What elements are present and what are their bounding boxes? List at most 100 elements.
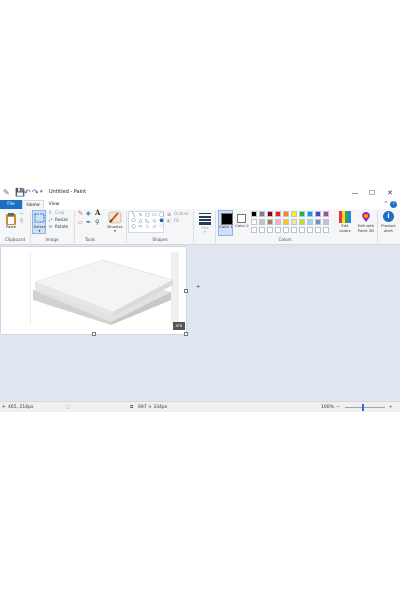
brushes-button[interactable]: Brushes ▾ [106,210,124,236]
color-picker-icon[interactable]: ✒ [86,220,91,226]
hexagon-shape-icon[interactable]: ⬡ [130,225,137,230]
palette-color-swatch[interactable] [315,211,321,217]
pencil-icon[interactable]: ✎ [78,211,83,217]
fill-label[interactable]: Fill [174,218,179,223]
redo-icon[interactable]: ↷ [32,188,39,197]
cut-icon[interactable]: ✂ [20,211,23,216]
color1-button[interactable]: Color 1 [218,210,233,236]
selection-size-icon: ⬚ [66,405,71,410]
edit-with-paint3d-button[interactable]: Edit with Paint 3D [356,210,376,236]
palette-color-swatch[interactable] [315,219,321,225]
palette-color-swatch[interactable] [307,211,313,217]
arrow-shape-icon[interactable]: ⇨ [137,225,144,230]
rotate-label[interactable]: Rotate [55,224,68,229]
palette-color-swatch[interactable] [283,211,289,217]
palette-color-swatch[interactable] [323,227,329,233]
palette-color-swatch[interactable] [251,219,257,225]
edit-colors-button[interactable]: Edit colors [337,210,353,236]
help-icon[interactable]: ? [390,201,397,208]
image-size-text: 697 × 334px [138,405,168,410]
heart-shape-icon[interactable]: ♡ [158,225,165,230]
tab-home[interactable]: Home [22,200,44,209]
palette-color-swatch[interactable] [299,211,305,217]
rotate-icon[interactable]: ⟳ [49,224,52,229]
shapes-gallery[interactable]: ╲ ∿ ○ ▭ ▢ ⬠ △ ◺ ◇ ⬟ ⬡ ⇨ ☆ ▱ ♡ [128,211,164,233]
palette-color-swatch[interactable] [315,227,321,233]
zoom-in-button[interactable]: + [389,404,393,411]
size-line [199,219,211,221]
separator [215,211,216,243]
palette-color-swatch[interactable] [291,227,297,233]
cursor-position-icon: ✛ [2,405,6,410]
palette-color-swatch[interactable] [251,211,257,217]
paste-button[interactable]: Paste [4,211,18,231]
crop-icon[interactable]: ⌗ [49,210,51,215]
outline-label[interactable]: Outline [174,211,188,216]
colors-group-label: Colors [278,237,292,242]
resize-label[interactable]: Resize [55,217,68,222]
palette-color-swatch[interactable] [283,227,289,233]
palette-color-swatch[interactable] [275,211,281,217]
separator [126,211,127,243]
palette-color-swatch[interactable] [299,219,305,225]
maximize-button[interactable]: ☐ [362,186,382,200]
size-button[interactable]: Size ▾ [197,211,213,235]
palette-color-swatch[interactable] [291,211,297,217]
eraser-icon[interactable]: ▱ [78,220,83,226]
palette-color-swatch[interactable] [275,227,281,233]
window-title: Untitled - Paint [49,189,87,195]
resize-handle-bottom[interactable] [92,332,96,336]
menu-bar: File Home View ^ ? [0,200,400,209]
palette-color-swatch[interactable] [323,211,329,217]
paint-window: ✎ 💾 ↶ ↷ ▾ Untitled - Paint — ☐ ✕ File Ho… [0,186,400,412]
resize-handle-corner[interactable] [184,332,188,336]
edit-with-paint3d-label: Edit with Paint 3D [357,223,375,233]
color-palette [251,209,331,235]
palette-color-swatch[interactable] [291,219,297,225]
callout-shape-icon[interactable]: ▱ [151,225,158,230]
image-group-label: Image [45,237,59,242]
palette-color-swatch[interactable] [323,219,329,225]
palette-color-swatch[interactable] [267,227,273,233]
collapse-ribbon-icon[interactable]: ^ [384,201,388,208]
mouse-cursor-icon: + [196,284,201,290]
chevron-down-icon: ▾ [204,229,206,234]
close-button[interactable]: ✕ [380,186,400,200]
palette-color-swatch[interactable] [283,219,289,225]
undo-icon[interactable]: ↶ [24,188,31,197]
color1-label: Color 1 [219,224,233,229]
resize-handle-right[interactable] [184,289,188,293]
palette-color-swatch[interactable] [259,227,265,233]
palette-color-swatch[interactable] [299,227,305,233]
fill-bucket-icon[interactable]: ◈ [86,211,91,217]
select-button[interactable]: Select ▾ [32,210,46,234]
tab-file[interactable]: File [0,200,22,209]
image-size-icon: ⧉ [130,405,134,410]
palette-color-swatch[interactable] [275,219,281,225]
palette-color-swatch[interactable] [307,219,313,225]
magnifier-icon[interactable]: ⚲ [95,220,99,226]
text-tool-icon[interactable]: A [95,209,100,216]
image-badge: ATB [173,322,185,330]
chevron-down-icon: ▾ [114,228,116,233]
paint-app-icon: ✎ [3,188,10,197]
palette-color-swatch[interactable] [251,227,257,233]
brush-icon [108,211,122,224]
color2-button[interactable]: Color 2 [235,210,250,236]
palette-color-swatch[interactable] [307,227,313,233]
copy-icon[interactable]: ⎘ [20,218,23,223]
zoom-out-button[interactable]: − [336,404,340,411]
resize-icon[interactable]: ⤢ [49,217,52,222]
zoom-slider-track[interactable] [345,407,385,408]
palette-color-swatch[interactable] [267,211,273,217]
zoom-level-text: 100% [321,405,334,410]
drawing-canvas[interactable]: ATB [1,247,188,336]
palette-color-swatch[interactable] [259,219,265,225]
product-alert-button[interactable]: i Product alert [379,210,398,236]
tab-view[interactable]: View [44,200,64,209]
zoom-slider-thumb[interactable] [362,404,364,411]
customize-toolbar-icon[interactable]: ▾ [40,188,43,197]
palette-color-swatch[interactable] [259,211,265,217]
star-shape-icon[interactable]: ☆ [144,225,151,230]
palette-color-swatch[interactable] [267,219,273,225]
